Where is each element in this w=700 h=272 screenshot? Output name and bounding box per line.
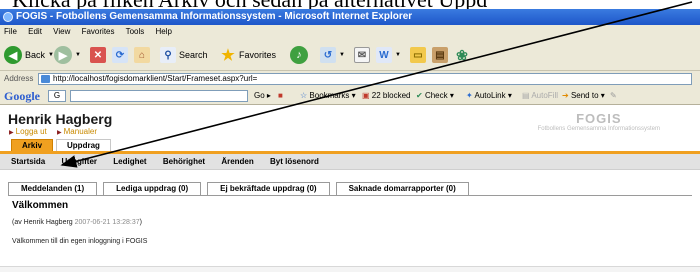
media-icon: ♪ [290,46,308,64]
main-tabs: Arkiv Uppdrag [11,139,111,151]
home-button[interactable]: ⌂ [134,45,150,65]
spellcheck-button[interactable]: ✔ Check ▾ [416,87,454,105]
messenger-button[interactable]: ❀ [454,45,470,65]
pencil-icon[interactable]: ✎ [610,87,617,105]
gmail-icon[interactable]: ■ [278,87,283,105]
forward-arrow-icon: ▶ [54,46,72,64]
popup-blocker-button[interactable]: ▣ 22 blocked [362,87,411,105]
brand-subtitle: Fotbollens Gemensamma Informationssystem [537,126,660,132]
messenger-icon: ❀ [456,46,468,63]
sub-navigation: Startsida Uppgifter Ledighet Behörighet … [0,154,700,170]
window-title: FOGIS - Fotbollens Gemensamma Informatio… [16,11,413,22]
tab-arkiv[interactable]: Arkiv [11,139,54,151]
stop-button[interactable]: ✕ [90,45,106,65]
send-to-button[interactable]: ➔ Send to ▾ [562,87,605,105]
message-body: Välkommen till din egen inloggning i FOG… [12,238,148,245]
page-icon [41,75,50,83]
mail-button[interactable]: ✉ [354,45,370,65]
address-input[interactable]: http://localhost/fogisdomarklient/Start/… [38,73,692,85]
tab-saknade-rapporter[interactable]: Saknade domarrapporter (0) [335,182,469,195]
media-button[interactable]: ♪ [290,45,308,65]
user-name: Henrik Hagberg [8,111,113,127]
window-titlebar: FOGIS - Fotbollens Gemensamma Informatio… [0,9,700,25]
tab-meddelanden[interactable]: Meddelanden (1) [8,182,98,195]
logout-link[interactable]: Logga ut [9,127,47,136]
subnav-behorighet[interactable]: Behörighet [163,157,205,166]
menu-tools[interactable]: Tools [126,27,145,36]
fogis-page: Henrik Hagberg Logga ut Manualer FOGIS F… [0,105,700,272]
favorites-button[interactable]: ★ Favorites [220,45,276,65]
search-icon: ⚲ [160,47,176,63]
google-search-input[interactable] [70,90,248,102]
tab-uppdrag[interactable]: Uppdrag [56,139,111,151]
header-links: Logga ut Manualer [9,127,105,136]
subnav-startsida[interactable]: Startsida [11,157,45,166]
checkmark-icon: ✔ [416,91,423,100]
back-button[interactable]: ◀ Back ▼ [4,45,54,65]
refresh-icon: ⟳ [112,47,128,63]
star-icon: ★ [221,47,235,64]
ie-icon [3,12,13,22]
address-label: Address [4,74,34,83]
tab-ej-bekraftade[interactable]: Ej bekräftade uppdrag (0) [207,182,330,195]
autofill-icon: ▤ [522,91,530,100]
autolink-icon: ✦ [466,91,473,100]
menu-edit[interactable]: Edit [28,27,42,36]
message-title: Välkommen [12,200,69,211]
instruction-caption: Klicka på fliken Arkiv och sedan på alte… [0,0,700,9]
autofill-button[interactable]: ▤ AutoFill [522,87,558,105]
message-date: 2007-06-21 13:28:37 [74,219,140,226]
subnav-arenden[interactable]: Ärenden [221,157,253,166]
folder-icon: ▭ [410,47,426,63]
google-go-button[interactable]: Go ▸ [254,87,271,105]
mail-icon: ✉ [354,47,370,63]
google-toolbar: Google G Go ▸ ■ ☆ Bookmarks ▾ ▣ 22 block… [0,87,700,105]
bookmarks-button[interactable]: ☆ Bookmarks ▾ [300,87,356,105]
menu-view[interactable]: View [53,27,70,36]
subnav-byt-losenord[interactable]: Byt lösenord [270,157,319,166]
fogis-brand: FOGIS Fotbollens Gemensamma Informations… [538,111,660,132]
info-tabs-divider [8,195,692,196]
book-icon: ▤ [432,47,448,63]
edit-icon: W [376,47,392,63]
tab-lediga-uppdrag[interactable]: Lediga uppdrag (0) [103,182,202,195]
menu-bar: File Edit View Favorites Tools Help [0,25,700,39]
google-logo: Google [4,89,40,103]
menu-file[interactable]: File [4,27,17,36]
browser-toolbar: ◀ Back ▼ ▶ ▼ ✕ ⟳ ⌂ ⚲ Search ★ Favorites ♪ … [0,39,700,71]
send-icon: ➔ [562,91,569,100]
page-bottom-strip [0,266,700,272]
autolink-button[interactable]: ✦ AutoLink ▾ [466,87,512,105]
forward-button[interactable]: ▶ ▼ [54,45,81,65]
search-button[interactable]: ⚲ Search [160,45,208,65]
menu-favorites[interactable]: Favorites [82,27,115,36]
star-outline-icon: ☆ [300,91,308,100]
google-menu-button[interactable]: G [48,90,66,102]
subnav-uppgifter[interactable]: Uppgifter [61,157,97,166]
message-meta: (av Henrik Hagberg 2007-06-21 13:28:37) [12,219,142,226]
refresh-button[interactable]: ⟳ [112,45,128,65]
menu-help[interactable]: Help [156,27,172,36]
history-icon: ↺ [320,47,336,63]
brand-title: FOGIS [576,111,622,126]
address-bar: Address http://localhost/fogisdomarklien… [0,71,700,87]
blocked-icon: ▣ [362,91,370,100]
folder-button[interactable]: ▭ [410,45,426,65]
research-button[interactable]: ▤ [432,45,448,65]
stop-icon: ✕ [90,47,106,63]
subnav-ledighet[interactable]: Ledighet [113,157,146,166]
home-icon: ⌂ [134,47,150,63]
back-arrow-icon: ◀ [4,46,22,64]
info-tabs: Meddelanden (1) Lediga uppdrag (0) Ej be… [8,182,469,195]
history-button[interactable]: ↺ ▼ [320,45,345,65]
manuals-link[interactable]: Manualer [57,127,97,136]
edit-button[interactable]: W ▼ [376,45,401,65]
